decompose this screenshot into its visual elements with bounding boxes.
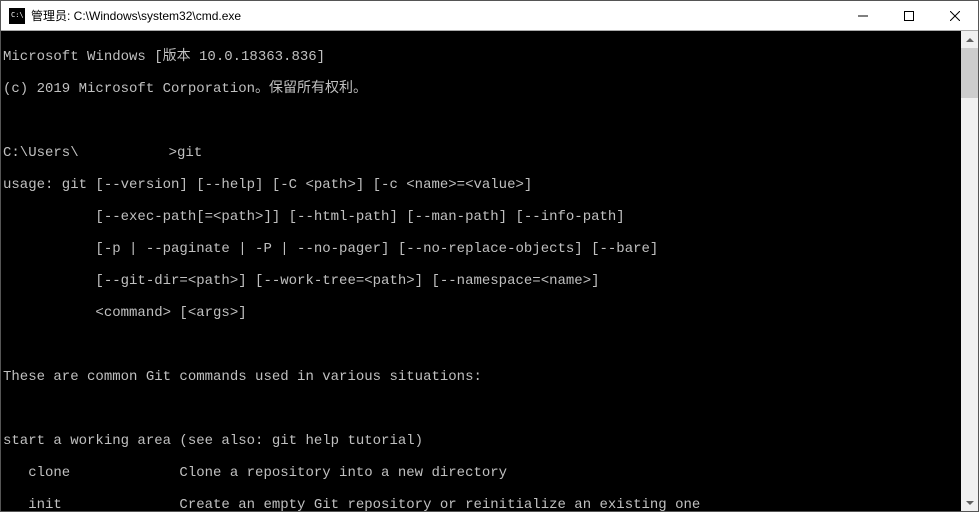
prompt-command: >git bbox=[169, 145, 203, 161]
output-line: These are common Git commands used in va… bbox=[3, 369, 700, 385]
output-line: (c) 2019 Microsoft Corporation。保留所有权利。 bbox=[3, 81, 700, 97]
output-line: <command> [<args>] bbox=[3, 305, 700, 321]
prompt-line: C:\Users\ >git bbox=[3, 145, 700, 161]
scroll-thumb[interactable] bbox=[961, 48, 978, 98]
output-line bbox=[3, 337, 700, 353]
output-line: usage: git [--version] [--help] [-C <pat… bbox=[3, 177, 700, 193]
output-line: Microsoft Windows [版本 10.0.18363.836] bbox=[3, 49, 700, 65]
scroll-up-button[interactable] bbox=[961, 31, 978, 48]
terminal-area[interactable]: Microsoft Windows [版本 10.0.18363.836] (c… bbox=[1, 31, 978, 511]
terminal-output: Microsoft Windows [版本 10.0.18363.836] (c… bbox=[1, 31, 700, 511]
window-title: 管理员: C:\Windows\system32\cmd.exe bbox=[31, 7, 840, 24]
output-line bbox=[3, 113, 700, 129]
vertical-scrollbar[interactable] bbox=[961, 31, 978, 511]
prompt-prefix: C:\Users\ bbox=[3, 145, 79, 161]
output-line: start a working area (see also: git help… bbox=[3, 433, 700, 449]
output-line bbox=[3, 401, 700, 417]
redacted-username bbox=[79, 143, 169, 157]
scroll-down-button[interactable] bbox=[961, 494, 978, 511]
cmd-icon bbox=[9, 8, 25, 24]
maximize-icon bbox=[904, 11, 914, 21]
minimize-button[interactable] bbox=[840, 1, 886, 30]
output-line: [--exec-path[=<path>]] [--html-path] [--… bbox=[3, 209, 700, 225]
close-icon bbox=[950, 11, 960, 21]
window-titlebar: 管理员: C:\Windows\system32\cmd.exe bbox=[1, 1, 978, 31]
minimize-icon bbox=[858, 11, 868, 21]
maximize-button[interactable] bbox=[886, 1, 932, 30]
output-line: init Create an empty Git repository or r… bbox=[3, 497, 700, 511]
output-line: [-p | --paginate | -P | --no-pager] [--n… bbox=[3, 241, 700, 257]
output-line: clone Clone a repository into a new dire… bbox=[3, 465, 700, 481]
window-controls bbox=[840, 1, 978, 30]
close-button[interactable] bbox=[932, 1, 978, 30]
output-line: [--git-dir=<path>] [--work-tree=<path>] … bbox=[3, 273, 700, 289]
